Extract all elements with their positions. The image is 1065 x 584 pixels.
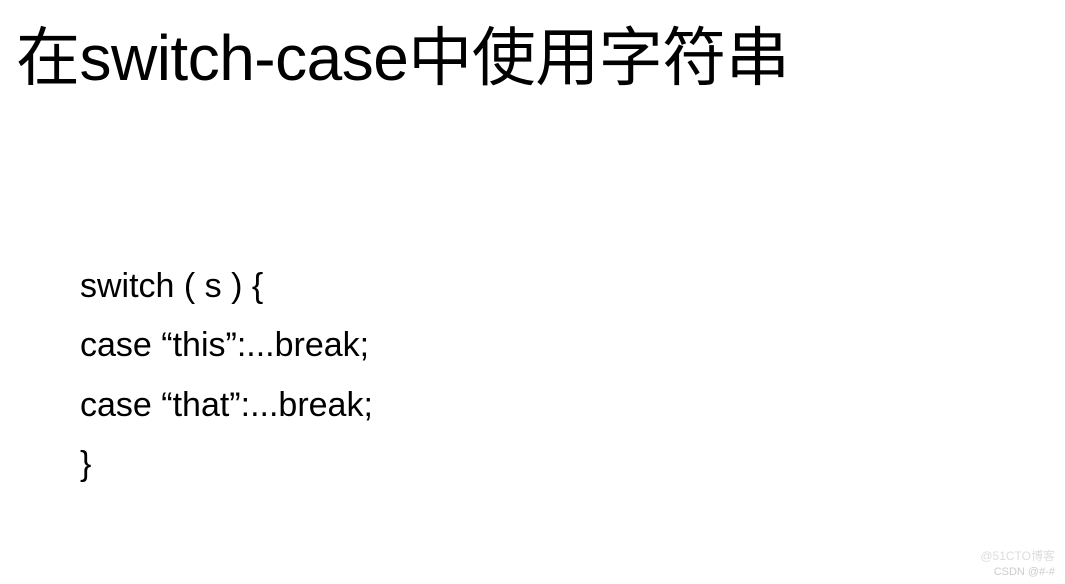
code-line-3: case “that”:...break; (80, 376, 1065, 436)
code-example: switch ( s ) { case “this”:...break; cas… (80, 257, 1065, 495)
code-line-1: switch ( s ) { (80, 257, 1065, 317)
code-line-2: case “this”:...break; (80, 316, 1065, 376)
watermark-51cto: @51CTO博客 (980, 547, 1055, 564)
watermark-csdn: CSDN @#-# (994, 566, 1055, 578)
code-line-4: } (80, 435, 1065, 495)
page-title: 在switch-case中使用字符串 (0, 0, 1065, 97)
